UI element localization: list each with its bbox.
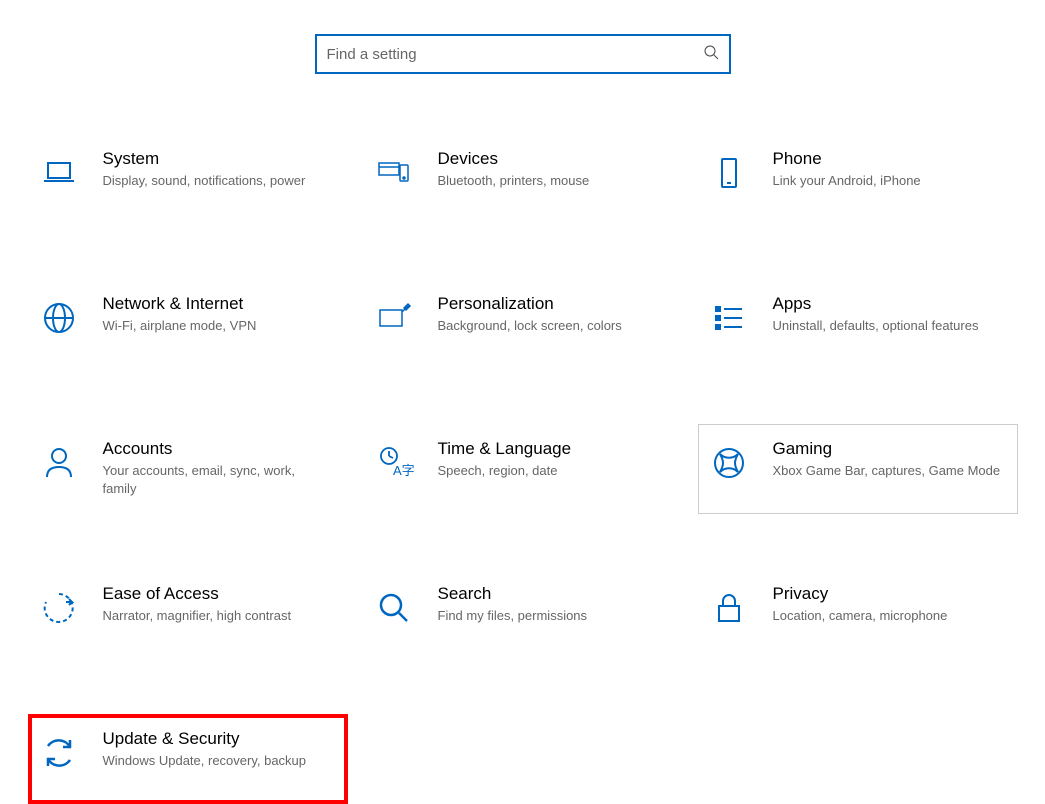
tile-title: Phone [773, 149, 1001, 169]
tile-phone[interactable]: Phone Link your Android, iPhone [698, 134, 1018, 224]
tile-network[interactable]: Network & Internet Wi-Fi, airplane mode,… [28, 279, 348, 369]
tile-title: Search [438, 584, 666, 604]
laptop-icon [37, 151, 81, 195]
apps-list-icon [707, 296, 751, 340]
search-bar-container [0, 0, 1045, 134]
tile-personalization[interactable]: Personalization Background, lock screen,… [363, 279, 683, 369]
search-icon [703, 44, 719, 65]
tile-title: Network & Internet [103, 294, 331, 314]
tile-update-security[interactable]: Update & Security Windows Update, recove… [28, 714, 348, 804]
tile-ease-of-access[interactable]: Ease of Access Narrator, magnifier, high… [28, 569, 348, 659]
tile-subtitle: Xbox Game Bar, captures, Game Mode [773, 462, 1001, 480]
tile-devices[interactable]: Devices Bluetooth, printers, mouse [363, 134, 683, 224]
tile-system[interactable]: System Display, sound, notifications, po… [28, 134, 348, 224]
xbox-icon [707, 441, 751, 485]
tile-text: Update & Security Windows Update, recove… [103, 729, 331, 770]
tile-title: Accounts [103, 439, 331, 459]
ease-of-access-icon [37, 586, 81, 630]
tile-subtitle: Display, sound, notifications, power [103, 172, 331, 190]
tile-title: Devices [438, 149, 666, 169]
search-input[interactable] [327, 46, 703, 63]
tile-text: Time & Language Speech, region, date [438, 439, 666, 480]
tile-title: Ease of Access [103, 584, 331, 604]
tile-time-language[interactable]: A字 Time & Language Speech, region, date [363, 424, 683, 514]
tile-subtitle: Your accounts, email, sync, work, family [103, 462, 331, 498]
time-language-icon: A字 [372, 441, 416, 485]
tile-subtitle: Wi-Fi, airplane mode, VPN [103, 317, 331, 335]
tile-text: System Display, sound, notifications, po… [103, 149, 331, 190]
tile-search[interactable]: Search Find my files, permissions [363, 569, 683, 659]
paintbrush-icon [372, 296, 416, 340]
sync-icon [37, 731, 81, 775]
tile-text: Accounts Your accounts, email, sync, wor… [103, 439, 331, 498]
tile-subtitle: Windows Update, recovery, backup [103, 752, 331, 770]
svg-text:A字: A字 [393, 463, 414, 478]
magnifier-icon [372, 586, 416, 630]
lock-icon [707, 586, 751, 630]
tile-text: Network & Internet Wi-Fi, airplane mode,… [103, 294, 331, 335]
tile-subtitle: Narrator, magnifier, high contrast [103, 607, 331, 625]
tile-title: Gaming [773, 439, 1001, 459]
globe-icon [37, 296, 81, 340]
tile-text: Devices Bluetooth, printers, mouse [438, 149, 666, 190]
settings-grid: System Display, sound, notifications, po… [0, 134, 1045, 804]
tile-text: Phone Link your Android, iPhone [773, 149, 1001, 190]
tile-text: Apps Uninstall, defaults, optional featu… [773, 294, 1001, 335]
person-icon [37, 441, 81, 485]
tile-title: Personalization [438, 294, 666, 314]
tile-title: Apps [773, 294, 1001, 314]
tile-subtitle: Location, camera, microphone [773, 607, 1001, 625]
tile-text: Personalization Background, lock screen,… [438, 294, 666, 335]
tile-apps[interactable]: Apps Uninstall, defaults, optional featu… [698, 279, 1018, 369]
search-box[interactable] [315, 34, 731, 74]
tile-accounts[interactable]: Accounts Your accounts, email, sync, wor… [28, 424, 348, 514]
tile-title: System [103, 149, 331, 169]
tile-subtitle: Link your Android, iPhone [773, 172, 1001, 190]
tile-privacy[interactable]: Privacy Location, camera, microphone [698, 569, 1018, 659]
tile-text: Search Find my files, permissions [438, 584, 666, 625]
phone-icon [707, 151, 751, 195]
tile-text: Gaming Xbox Game Bar, captures, Game Mod… [773, 439, 1001, 480]
tile-subtitle: Bluetooth, printers, mouse [438, 172, 666, 190]
tile-gaming[interactable]: Gaming Xbox Game Bar, captures, Game Mod… [698, 424, 1018, 514]
tile-subtitle: Find my files, permissions [438, 607, 666, 625]
tile-title: Time & Language [438, 439, 666, 459]
devices-icon [372, 151, 416, 195]
tile-title: Update & Security [103, 729, 331, 749]
tile-subtitle: Speech, region, date [438, 462, 666, 480]
tile-title: Privacy [773, 584, 1001, 604]
tile-text: Privacy Location, camera, microphone [773, 584, 1001, 625]
tile-subtitle: Uninstall, defaults, optional features [773, 317, 1001, 335]
tile-text: Ease of Access Narrator, magnifier, high… [103, 584, 331, 625]
tile-subtitle: Background, lock screen, colors [438, 317, 666, 335]
